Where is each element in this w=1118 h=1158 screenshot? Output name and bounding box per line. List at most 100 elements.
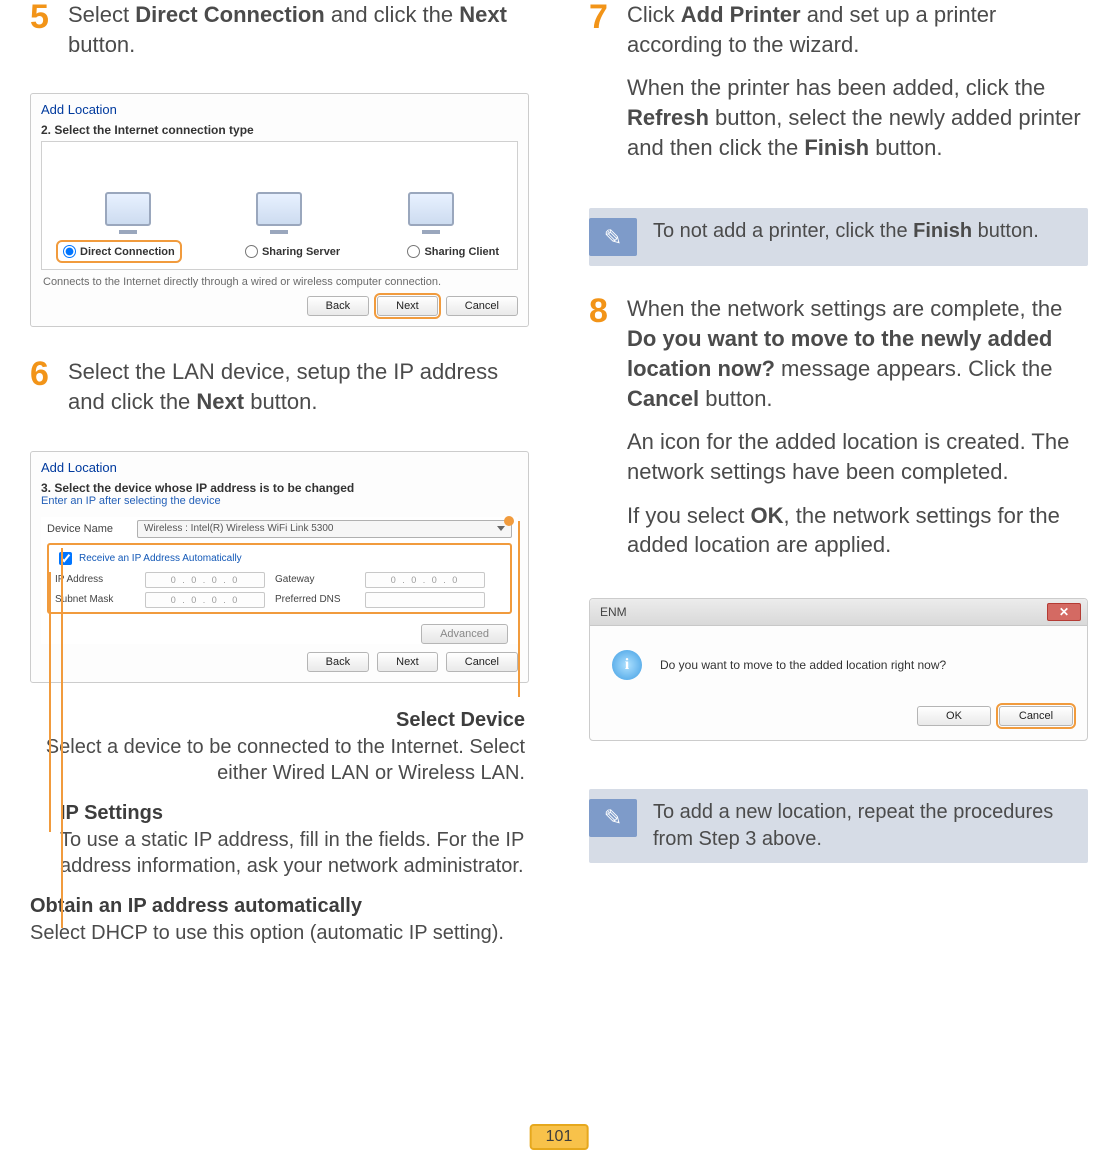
ok-button[interactable]: OK <box>917 706 991 726</box>
step-number: 6 <box>30 357 56 430</box>
callout-text: To use a static IP address, fill in the … <box>60 827 529 879</box>
mock2-callouts: Select Device Select a device to be conn… <box>30 709 529 962</box>
step-5: 5 Select Direct Connection and click the… <box>30 0 529 73</box>
pencil-icon: ✎ <box>589 218 637 256</box>
dialog-body: i Do you want to move to the added locat… <box>590 626 1087 688</box>
step-number: 7 <box>589 0 615 176</box>
dns-label: Preferred DNS <box>275 594 355 605</box>
callout-line-icon <box>49 572 51 832</box>
connection-description: Connects to the Internet directly throug… <box>31 270 528 288</box>
gateway-field[interactable]: 0 . 0 . 0 . 0 <box>365 572 485 588</box>
step-body: Select the LAN device, setup the IP addr… <box>68 357 529 430</box>
radio-sharing-server[interactable]: Sharing Server <box>245 244 340 259</box>
callout-select-device: Select Device Select a device to be conn… <box>30 709 529 786</box>
cancel-button[interactable]: Cancel <box>446 296 518 316</box>
subnet-field[interactable]: 0 . 0 . 0 . 0 <box>145 592 265 608</box>
callout-line-icon <box>518 521 520 697</box>
window-title: Add Location <box>31 94 528 119</box>
device-icon <box>256 192 302 234</box>
advanced-button[interactable]: Advanced <box>421 624 508 644</box>
wizard-step-title: 3. Select the device whose IP address is… <box>31 477 528 495</box>
add-location-wizard-step3: Add Location 3. Select the device whose … <box>30 451 529 683</box>
next-button[interactable]: Next <box>377 652 438 672</box>
cancel-button[interactable]: Cancel <box>446 652 518 672</box>
close-button[interactable]: ✕ <box>1047 603 1081 621</box>
window-title: Add Location <box>31 452 528 477</box>
right-column: 7 Click Add Printer and set up a printer… <box>589 0 1088 962</box>
next-button[interactable]: Next <box>377 296 438 316</box>
step-body: When the network settings are complete, … <box>627 294 1088 574</box>
back-button[interactable]: Back <box>307 296 369 316</box>
step-text: An icon for the added location is create… <box>627 427 1088 486</box>
callout-auto-ip: Obtain an IP address automatically Selec… <box>30 895 529 946</box>
callout-marker-icon <box>504 516 514 526</box>
connection-diagram <box>52 156 507 234</box>
callout-text: Select DHCP to use this option (automati… <box>30 920 529 946</box>
back-button[interactable]: Back <box>307 652 369 672</box>
note-text: To add a new location, repeat the proced… <box>653 799 1074 853</box>
wizard-body: Direct Connection Sharing Server Sharing… <box>41 141 518 270</box>
callout-ip-settings: IP Settings To use a static IP address, … <box>30 802 529 879</box>
note-text: To not add a printer, click the Finish b… <box>653 218 1039 245</box>
step-text: If you select OK, the network settings f… <box>627 501 1088 560</box>
close-icon: ✕ <box>1059 605 1069 619</box>
callout-title: IP Settings <box>60 802 529 825</box>
ip-label: IP Address <box>55 574 135 585</box>
step-body: Click Add Printer and set up a printer a… <box>627 0 1088 176</box>
advanced-row: Advanced <box>41 620 518 644</box>
info-icon: i <box>612 650 642 680</box>
radio-label: Sharing Server <box>262 246 340 258</box>
step-number: 5 <box>30 0 56 73</box>
page-number: 101 <box>530 1124 589 1150</box>
wizard-buttons: Back Next Cancel <box>31 644 528 682</box>
enm-dialog: ENM ✕ i Do you want to move to the added… <box>589 598 1088 741</box>
auto-ip-checkbox[interactable]: Receive an IP Address Automatically <box>55 549 504 568</box>
step-number: 8 <box>589 294 615 574</box>
note-repeat: ✎ To add a new location, repeat the proc… <box>589 789 1088 863</box>
wizard-buttons: Back Next Cancel <box>31 288 528 326</box>
cancel-button[interactable]: Cancel <box>999 706 1073 726</box>
device-icon <box>408 192 454 234</box>
device-icon <box>105 192 151 234</box>
device-value: Wireless : Intel(R) Wireless WiFi Link 5… <box>144 523 333 534</box>
left-column: 5 Select Direct Connection and click the… <box>30 0 529 962</box>
dns-field[interactable] <box>365 592 485 608</box>
step-6: 6 Select the LAN device, setup the IP ad… <box>30 357 529 430</box>
step-text: Select Direct Connection and click the N… <box>68 0 529 59</box>
dialog-buttons: OK Cancel <box>590 688 1087 740</box>
wizard-subtitle: Enter an IP after selecting the device <box>31 495 528 513</box>
radio-direct-connection[interactable]: Direct Connection <box>60 244 178 259</box>
step-text: Select the LAN device, setup the IP addr… <box>68 357 529 416</box>
radio-label: Sharing Client <box>424 246 499 258</box>
callout-text: Select a device to be connected to the I… <box>30 734 525 786</box>
chevron-down-icon <box>497 526 505 531</box>
dialog-message: Do you want to move to the added locatio… <box>660 658 946 672</box>
add-location-wizard-step2: Add Location 2. Select the Internet conn… <box>30 93 529 327</box>
step-text: When the printer has been added, click t… <box>627 73 1088 162</box>
gateway-label: Gateway <box>275 574 355 585</box>
step-text: When the network settings are complete, … <box>627 294 1088 413</box>
dialog-titlebar: ENM ✕ <box>590 599 1087 626</box>
ip-field[interactable]: 0 . 0 . 0 . 0 <box>145 572 265 588</box>
device-select[interactable]: Wireless : Intel(R) Wireless WiFi Link 5… <box>137 520 512 538</box>
callout-title: Select Device <box>30 709 525 732</box>
step-body: Select Direct Connection and click the N… <box>68 0 529 73</box>
step-text: Click Add Printer and set up a printer a… <box>627 0 1088 59</box>
wizard-body: Device Name Wireless : Intel(R) Wireless… <box>41 517 518 644</box>
radio-input[interactable] <box>407 245 420 258</box>
wizard-step-title: 2. Select the Internet connection type <box>31 119 528 137</box>
device-label: Device Name <box>47 523 127 535</box>
device-row: Device Name Wireless : Intel(R) Wireless… <box>41 517 518 541</box>
dialog-title: ENM <box>596 605 627 619</box>
checkbox-label: Receive an IP Address Automatically <box>79 553 242 564</box>
radio-input[interactable] <box>245 245 258 258</box>
connection-type-radios: Direct Connection Sharing Server Sharing… <box>52 244 507 259</box>
note-finish: ✎ To not add a printer, click the Finish… <box>589 208 1088 266</box>
callout-line-icon <box>61 548 63 928</box>
callout-title: Obtain an IP address automatically <box>30 895 529 918</box>
subnet-label: Subnet Mask <box>55 594 135 605</box>
step-7: 7 Click Add Printer and set up a printer… <box>589 0 1088 176</box>
radio-input[interactable] <box>63 245 76 258</box>
radio-sharing-client[interactable]: Sharing Client <box>407 244 499 259</box>
step-8: 8 When the network settings are complete… <box>589 294 1088 574</box>
